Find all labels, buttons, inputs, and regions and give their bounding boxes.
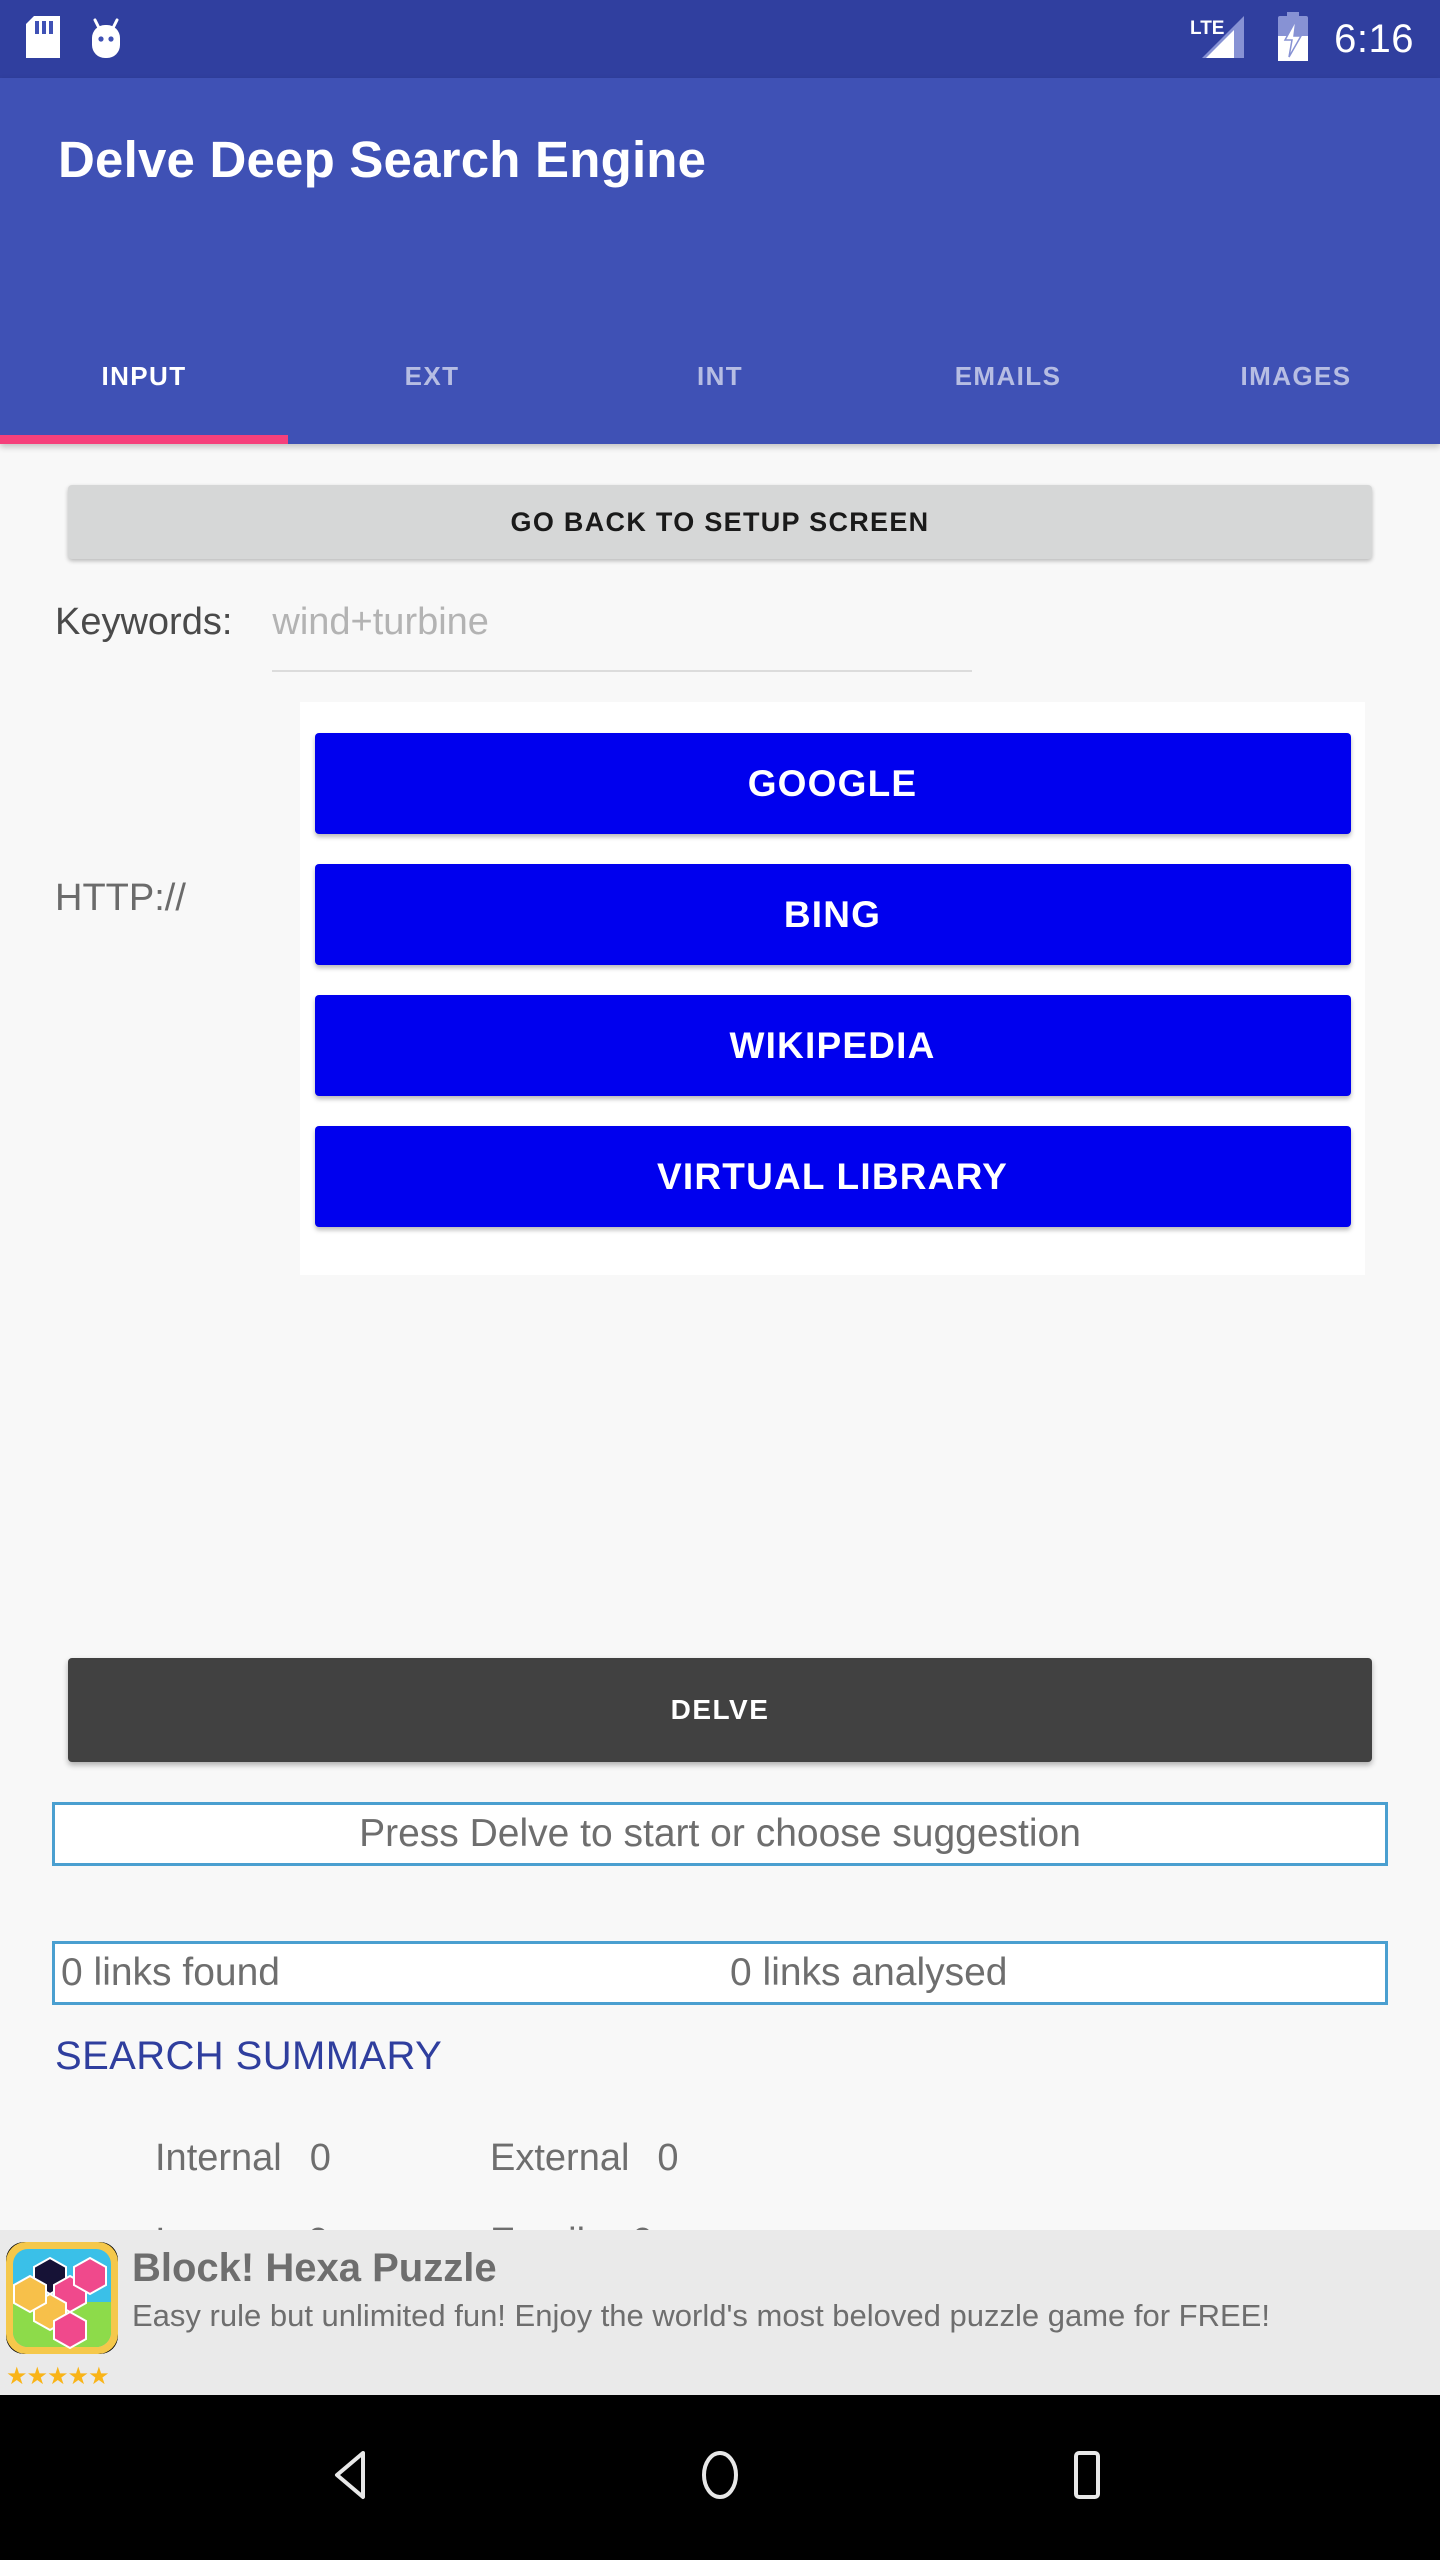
summary-external: External 0 xyxy=(490,2137,825,2180)
go-back-to-setup-button[interactable]: GO BACK TO SETUP SCREEN xyxy=(68,485,1372,559)
ad-banner[interactable]: Block! Hexa Puzzle Easy rule but unlimit… xyxy=(0,2230,1440,2395)
battery-charging-icon xyxy=(1276,11,1310,67)
search-summary-title: SEARCH SUMMARY xyxy=(55,2034,443,2078)
virtual-library-button[interactable]: VIRTUAL LIBRARY xyxy=(314,1126,1351,1227)
search-engines-row: HTTP:// GOOGLE BING WIKIPEDIA VIRTUAL LI… xyxy=(55,702,1365,1275)
tab-indicator xyxy=(0,435,288,444)
recents-button-icon[interactable] xyxy=(1057,2445,1117,2510)
summary-internal-value: 0 xyxy=(309,2136,331,2179)
keywords-input[interactable] xyxy=(272,594,973,650)
status-bar-notifications xyxy=(26,14,126,65)
summary-external-value: 0 xyxy=(657,2136,679,2179)
tab-input[interactable]: INPUT xyxy=(0,308,288,444)
link-counts-box: 0 links found 0 links analysed xyxy=(52,1941,1388,2005)
http-label: HTTP:// xyxy=(55,877,186,919)
keywords-row: Keywords: xyxy=(55,594,973,672)
home-button-icon[interactable] xyxy=(690,2445,750,2510)
wikipedia-button[interactable]: WIKIPEDIA xyxy=(314,995,1351,1096)
summary-external-label: External xyxy=(490,2136,630,2179)
tab-bar: INPUT EXT INT EMAILS IMAGES xyxy=(0,308,1440,444)
android-mascot-icon xyxy=(86,14,126,65)
page-title: Delve Deep Search Engine xyxy=(58,131,707,188)
sd-card-icon xyxy=(26,15,60,63)
ad-star-rating: ★★★★★ xyxy=(6,2363,110,2390)
tab-images[interactable]: IMAGES xyxy=(1152,308,1440,444)
ad-app-icon xyxy=(6,2242,118,2354)
back-button-icon[interactable] xyxy=(323,2445,383,2510)
ad-description: Easy rule but unlimited fun! Enjoy the w… xyxy=(132,2298,1270,2333)
tab-ext[interactable]: EXT xyxy=(288,308,576,444)
search-engine-panel: GOOGLE BING WIKIPEDIA VIRTUAL LIBRARY xyxy=(300,702,1365,1275)
system-navigation-bar xyxy=(0,2395,1440,2560)
delve-button[interactable]: DELVE xyxy=(68,1658,1372,1762)
keywords-label: Keywords: xyxy=(55,601,233,643)
bing-button[interactable]: BING xyxy=(314,864,1351,965)
app-bar: Delve Deep Search Engine INPUT EXT INT E… xyxy=(0,78,1440,444)
status-message-box: Press Delve to start or choose suggestio… xyxy=(52,1802,1388,1866)
lte-signal-icon: LTE xyxy=(1184,12,1260,67)
summary-internal-label: Internal xyxy=(155,2136,282,2179)
tab-emails[interactable]: EMAILS xyxy=(864,308,1152,444)
status-bar-clock: 6:16 xyxy=(1334,16,1414,61)
ad-title: Block! Hexa Puzzle xyxy=(132,2246,497,2290)
status-bar: LTE 6:16 xyxy=(0,0,1440,78)
ad-text: Block! Hexa Puzzle Easy rule but unlimit… xyxy=(132,2240,1440,2338)
summary-row: Internal 0 External 0 xyxy=(155,2116,955,2200)
keywords-field xyxy=(272,594,973,672)
links-analysed-label: 0 links analysed xyxy=(730,1951,1008,1994)
tab-int[interactable]: INT xyxy=(576,308,864,444)
google-button[interactable]: GOOGLE xyxy=(314,733,1351,834)
svg-text:LTE: LTE xyxy=(1190,18,1224,39)
status-bar-system-icons: LTE 6:16 xyxy=(1184,11,1414,67)
main-content: GO BACK TO SETUP SCREEN Keywords: HTTP:/… xyxy=(0,444,1440,2395)
links-found-label: 0 links found xyxy=(61,1951,280,1994)
phone-screen: LTE 6:16 Delve Deep Search Engine INPUT … xyxy=(0,0,1440,2560)
summary-internal: Internal 0 xyxy=(155,2137,490,2180)
